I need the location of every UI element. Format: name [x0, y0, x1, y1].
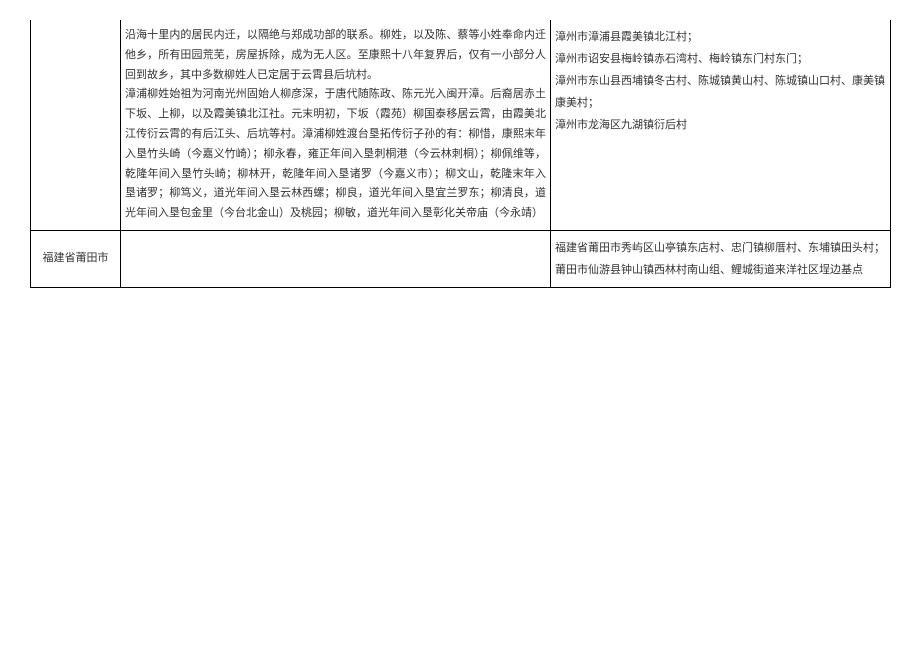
region-label: 福建省莆田市 [43, 252, 109, 264]
region-cell: 福建省莆田市 [31, 230, 121, 287]
location-line: 漳州市漳浦县霞美镇北江村； [555, 26, 886, 48]
location-line: 福建省莆田市秀屿区山亭镇东店村、忠门镇柳厝村、东埔镇田头村； [555, 237, 886, 259]
history-cell [121, 230, 551, 287]
location-line: 莆田市仙游县钟山镇西林村南山组、鲤城街道来洋社区埕边基点 [555, 259, 886, 281]
history-cell: 沿海十里内的居民内迁，以隔绝与郑成功部的联系。柳姓，以及陈、蔡等小姓奉命内迁他乡… [121, 20, 551, 230]
locations-cell: 漳州市漳浦县霞美镇北江村； 漳州市诏安县梅岭镇赤石湾村、梅岭镇东门村东门； 漳州… [551, 20, 891, 230]
history-paragraph: 沿海十里内的居民内迁，以隔绝与郑成功部的联系。柳姓，以及陈、蔡等小姓奉命内迁他乡… [125, 26, 546, 85]
location-line: 漳州市诏安县梅岭镇赤石湾村、梅岭镇东门村东门； [555, 48, 886, 70]
table-row: 沿海十里内的居民内迁，以隔绝与郑成功部的联系。柳姓，以及陈、蔡等小姓奉命内迁他乡… [31, 20, 891, 230]
region-cell [31, 20, 121, 230]
location-line: 漳州市龙海区九湖镇衍后村 [555, 114, 886, 136]
locations-cell: 福建省莆田市秀屿区山亭镇东店村、忠门镇柳厝村、东埔镇田头村； 莆田市仙游县钟山镇… [551, 230, 891, 287]
location-line: 漳州市东山县西埔镇冬古村、陈城镇黄山村、陈城镇山口村、康美镇康美村； [555, 70, 886, 114]
genealogy-table: 沿海十里内的居民内迁，以隔绝与郑成功部的联系。柳姓，以及陈、蔡等小姓奉命内迁他乡… [30, 20, 891, 288]
table-row: 福建省莆田市 福建省莆田市秀屿区山亭镇东店村、忠门镇柳厝村、东埔镇田头村； 莆田… [31, 230, 891, 287]
history-paragraph: 漳浦柳姓始祖为河南光州固始人柳彦深，于唐代随陈政、陈元光入闽开漳。后裔居赤土下坂… [125, 85, 546, 224]
